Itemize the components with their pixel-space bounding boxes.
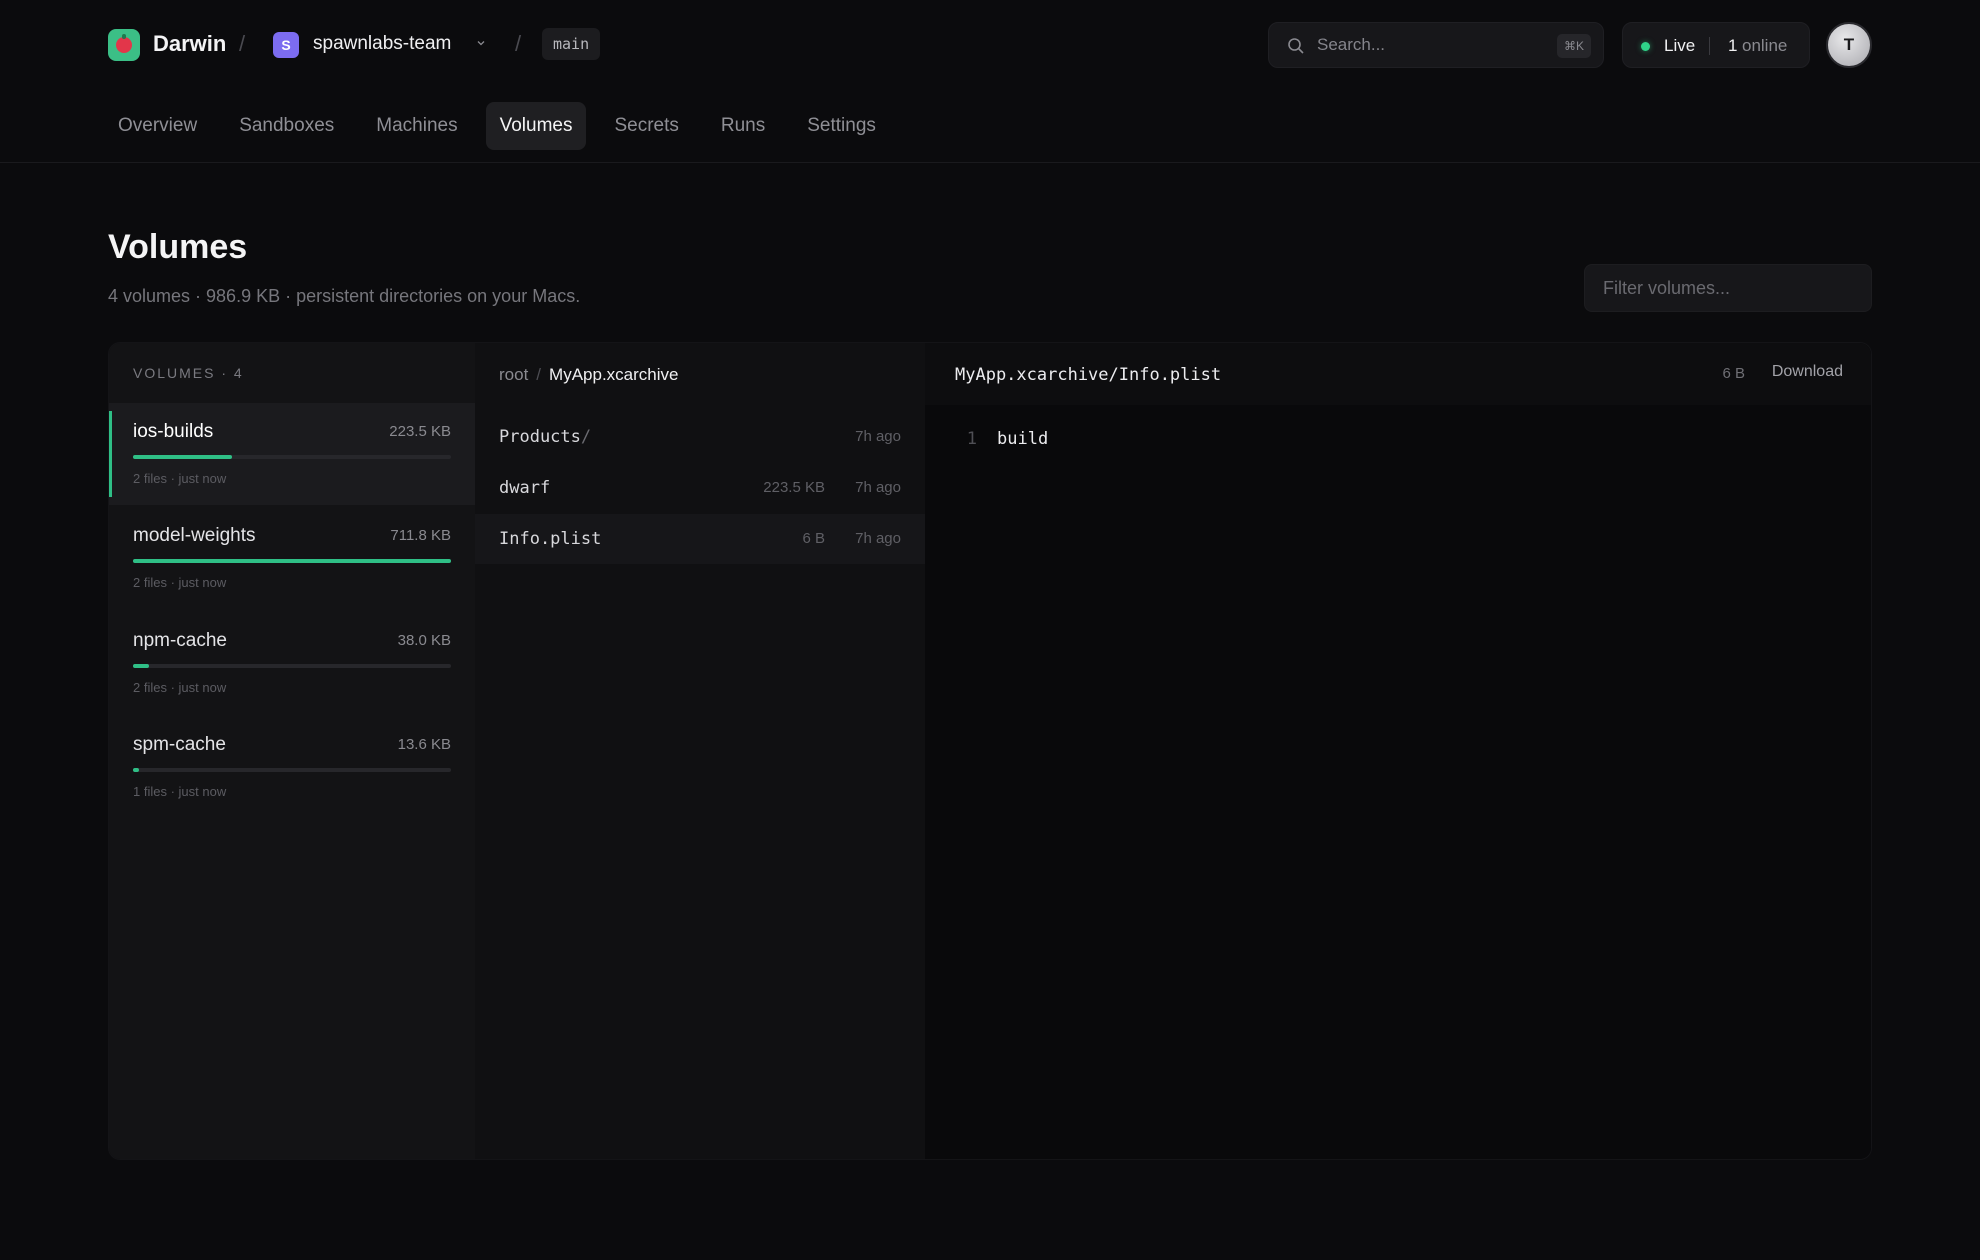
volume-name: model-weights [133,525,256,546]
volume-name: npm-cache [133,630,227,651]
preview-file-size: 6 B [1722,365,1745,382]
breadcrumb-separator: / [515,31,522,56]
breadcrumb-current: MyApp.xcarchive [549,365,679,384]
volume-size: 38.0 KB [397,632,451,649]
user-avatar[interactable]: T [1826,22,1872,68]
volume-item-npm-cache[interactable]: npm-cache 38.0 KB 2 files · just now [109,612,475,714]
file-modified: 7h ago [855,428,901,445]
volume-meta: 2 files · just now [133,575,227,590]
volume-list-header: VOLUMES · 4 [133,365,244,381]
volume-usage-bar [133,664,451,668]
file-size: 6 B [802,530,825,547]
file-row-info-plist[interactable]: Info.plist 6 B 7h ago [475,514,925,564]
volume-meta: 2 files · just now [133,680,227,695]
volume-item-spm-cache[interactable]: spm-cache 13.6 KB 1 files · just now [109,716,475,818]
filter-volumes-input[interactable] [1584,264,1872,312]
file-preview: MyApp.xcarchive/Info.plist 6 B Download … [925,343,1871,1159]
nav-divider [0,162,1980,163]
page-title: Volumes [108,228,248,266]
tab-volumes[interactable]: Volumes [485,102,587,150]
live-label: Live [1664,36,1696,55]
page-subtitle: 4 volumes · 986.9 KB · persistent direct… [108,286,581,306]
volume-usage-fill [133,768,140,772]
line-content: build [997,429,1049,449]
volume-usage-fill [133,455,232,459]
volume-meta: 2 files · just now [133,471,227,486]
tab-settings[interactable]: Settings [793,102,890,150]
global-search[interactable]: ⌘K [1268,22,1604,68]
download-button[interactable]: Download [1772,363,1843,381]
tab-overview[interactable]: Overview [104,102,211,150]
breadcrumb-root[interactable]: root [499,365,528,384]
file-name: dwarf [499,478,551,498]
search-shortcut-hint: ⌘K [1556,34,1591,58]
volume-list: VOLUMES · 4 ios-builds 223.5 KB 2 files … [109,343,475,1159]
app-name[interactable]: Darwin [153,31,226,57]
directory-suffix: / [580,427,592,447]
file-name: Products/ [499,427,592,447]
file-size: 223.5 KB [763,479,825,496]
volume-usage-bar [133,559,451,563]
darwin-logo-icon[interactable] [108,29,140,61]
tab-sandboxes[interactable]: Sandboxes [225,102,348,150]
volume-usage-bar [133,455,451,459]
file-modified: 7h ago [855,479,901,496]
file-row-dwarf[interactable]: dwarf 223.5 KB 7h ago [475,463,925,513]
file-breadcrumb: root / MyApp.xcarchive [499,365,678,385]
top-bar: Darwin / S spawnlabs-team / main ⌘K Live… [0,0,1980,90]
live-status[interactable]: Live 1 online [1622,22,1810,68]
tab-secrets[interactable]: Secrets [600,102,692,150]
tab-runs[interactable]: Runs [707,102,779,150]
live-indicator-icon [1641,42,1650,51]
file-browser: root / MyApp.xcarchive Products/ 7h ago dw… [475,343,925,1159]
team-avatar[interactable]: S [273,32,299,58]
code-line: 1 build [955,429,1048,449]
search-input[interactable] [1317,33,1537,57]
volume-name: ios-builds [133,421,214,442]
volume-item-ios-builds[interactable]: ios-builds 223.5 KB 2 files · just now [109,403,475,505]
volume-size: 711.8 KB [390,527,451,544]
search-icon [1288,38,1304,54]
volume-size: 13.6 KB [397,736,451,753]
volume-usage-fill [133,559,451,563]
online-count: 1 [1728,36,1738,55]
volume-usage-fill [133,664,149,668]
divider [1709,37,1710,55]
chevron-down-icon[interactable] [476,38,486,48]
main-nav: Overview Sandboxes Machines Volumes Secr… [104,102,904,150]
volumes-panel: VOLUMES · 4 ios-builds 223.5 KB 2 files … [108,342,1872,1160]
file-row-products[interactable]: Products/ 7h ago [475,412,925,462]
file-modified: 7h ago [855,530,901,547]
volume-usage-bar [133,768,451,772]
line-number: 1 [966,429,977,449]
preview-file-path: MyApp.xcarchive/Info.plist [955,365,1222,385]
branch-pill[interactable]: main [542,28,601,60]
tab-machines[interactable]: Machines [362,102,471,150]
online-label: online [1742,36,1788,55]
preview-header: MyApp.xcarchive/Info.plist 6 B Download [925,343,1871,405]
volume-meta: 1 files · just now [133,784,227,799]
volume-name: spm-cache [133,734,226,755]
breadcrumb-separator: / [536,365,542,384]
team-switcher[interactable]: spawnlabs-team [313,33,451,55]
volume-size: 223.5 KB [389,423,451,440]
volume-item-model-weights[interactable]: model-weights 711.8 KB 2 files · just no… [109,507,475,609]
file-name: Info.plist [499,529,602,549]
breadcrumb-separator: / [239,31,246,56]
